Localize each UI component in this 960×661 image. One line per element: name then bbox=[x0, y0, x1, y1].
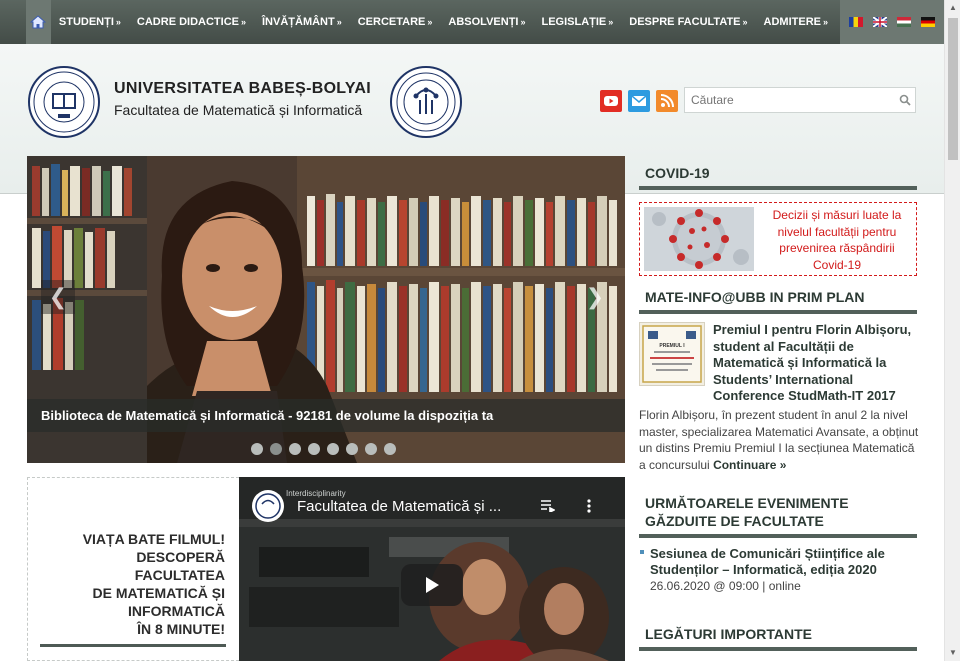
chevron-right-icon: » bbox=[336, 17, 342, 27]
nav-item-legislatie[interactable]: LEGISLAȚIE» bbox=[533, 0, 621, 44]
nav-item-cadre-didactice[interactable]: CADRE DIDACTICE» bbox=[129, 0, 254, 44]
heading-underline bbox=[639, 186, 917, 190]
flag-en-icon[interactable] bbox=[873, 17, 887, 27]
chevron-right-icon: » bbox=[520, 17, 526, 27]
slider-next-button[interactable]: ❯ bbox=[578, 280, 612, 314]
university-title[interactable]: UNIVERSITATEA BABEȘ-BOLYAI bbox=[114, 80, 371, 98]
hero-slider: ❮ ❯ Biblioteca de Matematică și Informat… bbox=[27, 156, 625, 463]
slider-dot-6[interactable] bbox=[346, 443, 358, 455]
nav-item-invatamant[interactable]: ÎNVĂȚĂMÂNT» bbox=[254, 0, 350, 44]
play-icon bbox=[426, 577, 439, 593]
video-channel-name: Interdisciplinarity bbox=[286, 489, 346, 498]
section-heading: MATE-INFO@UBB IN PRIM PLAN bbox=[645, 289, 865, 305]
nav-item-cercetare[interactable]: CERCETARE» bbox=[350, 0, 441, 44]
section-heading: LEGĂTURI IMPORTANTE bbox=[645, 626, 812, 642]
read-more-link[interactable]: Continuare » bbox=[713, 458, 786, 472]
faculty-title[interactable]: Facultatea de Matematică și Informatică bbox=[114, 102, 362, 118]
bullet-icon bbox=[640, 550, 644, 554]
slider-dot-2[interactable] bbox=[270, 443, 282, 455]
slide-caption[interactable]: Biblioteca de Matematică și Informatică … bbox=[27, 399, 625, 432]
promo-box: VIAȚA BATE FILMUL! DESCOPERĂ FACULTATEA … bbox=[27, 477, 239, 661]
flag-de-icon[interactable] bbox=[921, 17, 935, 27]
faculty-logo[interactable] bbox=[390, 66, 462, 138]
promo-divider bbox=[40, 644, 226, 647]
event-title-link[interactable]: Sesiunea de Comunicări Științifice ale S… bbox=[650, 546, 920, 578]
slider-dot-4[interactable] bbox=[308, 443, 320, 455]
slider-dot-5[interactable] bbox=[327, 443, 339, 455]
more-icon[interactable] bbox=[587, 499, 591, 516]
covid-link-text[interactable]: Decizii și măsuri luate la nivelul facul… bbox=[762, 207, 912, 273]
nav-item-studenti[interactable]: STUDENȚI» bbox=[51, 0, 129, 44]
nav-item-absolventi[interactable]: ABSOLVENȚI» bbox=[440, 0, 533, 44]
diploma-title: PREMIUL I bbox=[659, 343, 685, 349]
channel-logo[interactable] bbox=[251, 489, 285, 523]
search-input[interactable] bbox=[684, 87, 916, 113]
heading-underline bbox=[639, 647, 917, 651]
slider-dot-7[interactable] bbox=[365, 443, 377, 455]
home-icon bbox=[30, 15, 47, 29]
diploma-thumbnail bbox=[642, 325, 702, 383]
slider-prev-button[interactable]: ❮ bbox=[41, 280, 75, 314]
promo-text: VIAȚA BATE FILMUL! DESCOPERĂ FACULTATEA … bbox=[82, 531, 225, 637]
section-heading: COVID-19 bbox=[645, 165, 710, 181]
language-selector bbox=[840, 0, 944, 44]
chevron-right-icon: » bbox=[115, 17, 121, 27]
diploma-image[interactable]: PREMIUL I bbox=[639, 322, 705, 386]
news-excerpt: Florin Albișoru, în prezent student în a… bbox=[639, 407, 921, 473]
youtube-icon[interactable] bbox=[600, 90, 622, 112]
chevron-right-icon: » bbox=[240, 17, 246, 27]
covid-section: COVID-19 bbox=[639, 164, 917, 190]
video-embed[interactable]: Interdisciplinarity Facultatea de Matema… bbox=[239, 477, 625, 661]
queue-icon[interactable] bbox=[541, 499, 556, 515]
chevron-right-icon: » bbox=[608, 17, 614, 27]
slider-dot-3[interactable] bbox=[289, 443, 301, 455]
flag-ro-icon[interactable] bbox=[849, 17, 863, 27]
news-title-link[interactable]: Premiul I pentru Florin Albișoru, studen… bbox=[713, 322, 923, 405]
links-section: LEGĂTURI IMPORTANTE bbox=[639, 625, 917, 651]
chevron-right-icon: » bbox=[742, 17, 748, 27]
search-icon[interactable] bbox=[898, 93, 912, 107]
scroll-up-arrow-icon[interactable]: ▲ bbox=[945, 0, 960, 16]
chevron-right-icon: » bbox=[427, 17, 433, 27]
scroll-thumb[interactable] bbox=[948, 18, 958, 160]
university-seal-logo[interactable] bbox=[28, 66, 100, 138]
coronavirus-image bbox=[644, 207, 754, 271]
flag-hu-icon[interactable] bbox=[897, 17, 911, 27]
slider-dot-1[interactable] bbox=[251, 443, 263, 455]
rss-icon[interactable] bbox=[656, 90, 678, 112]
news-section: MATE-INFO@UBB IN PRIM PLAN bbox=[639, 288, 917, 314]
nav-item-despre-facultate[interactable]: DESPRE FACULTATE» bbox=[621, 0, 755, 44]
page-scrollbar[interactable]: ▲ ▼ bbox=[944, 0, 960, 661]
home-button[interactable] bbox=[26, 0, 51, 44]
slider-dot-8[interactable] bbox=[384, 443, 396, 455]
video-title[interactable]: Facultatea de Matematică și ... bbox=[297, 498, 501, 515]
heading-underline bbox=[639, 534, 917, 538]
events-section: URMĂTOARELE EVENIMENTE GĂZDUITE DE FACUL… bbox=[639, 494, 917, 538]
chevron-right-icon: » bbox=[822, 17, 828, 27]
section-heading: URMĂTOARELE EVENIMENTE GĂZDUITE DE FACUL… bbox=[645, 495, 849, 529]
mail-icon[interactable] bbox=[628, 90, 650, 112]
heading-underline bbox=[639, 310, 917, 314]
main-nav: STUDENȚI» CADRE DIDACTICE» ÎNVĂȚĂMÂNT» C… bbox=[0, 0, 944, 44]
event-date: 26.06.2020 @ 09:00 | online bbox=[650, 579, 801, 593]
play-button[interactable] bbox=[401, 564, 463, 606]
scroll-down-arrow-icon[interactable]: ▼ bbox=[945, 645, 960, 661]
slider-pagination bbox=[251, 443, 396, 455]
covid-banner[interactable]: Decizii și măsuri luate la nivelul facul… bbox=[639, 202, 917, 276]
nav-item-admitere[interactable]: ADMITERE» bbox=[756, 0, 836, 44]
